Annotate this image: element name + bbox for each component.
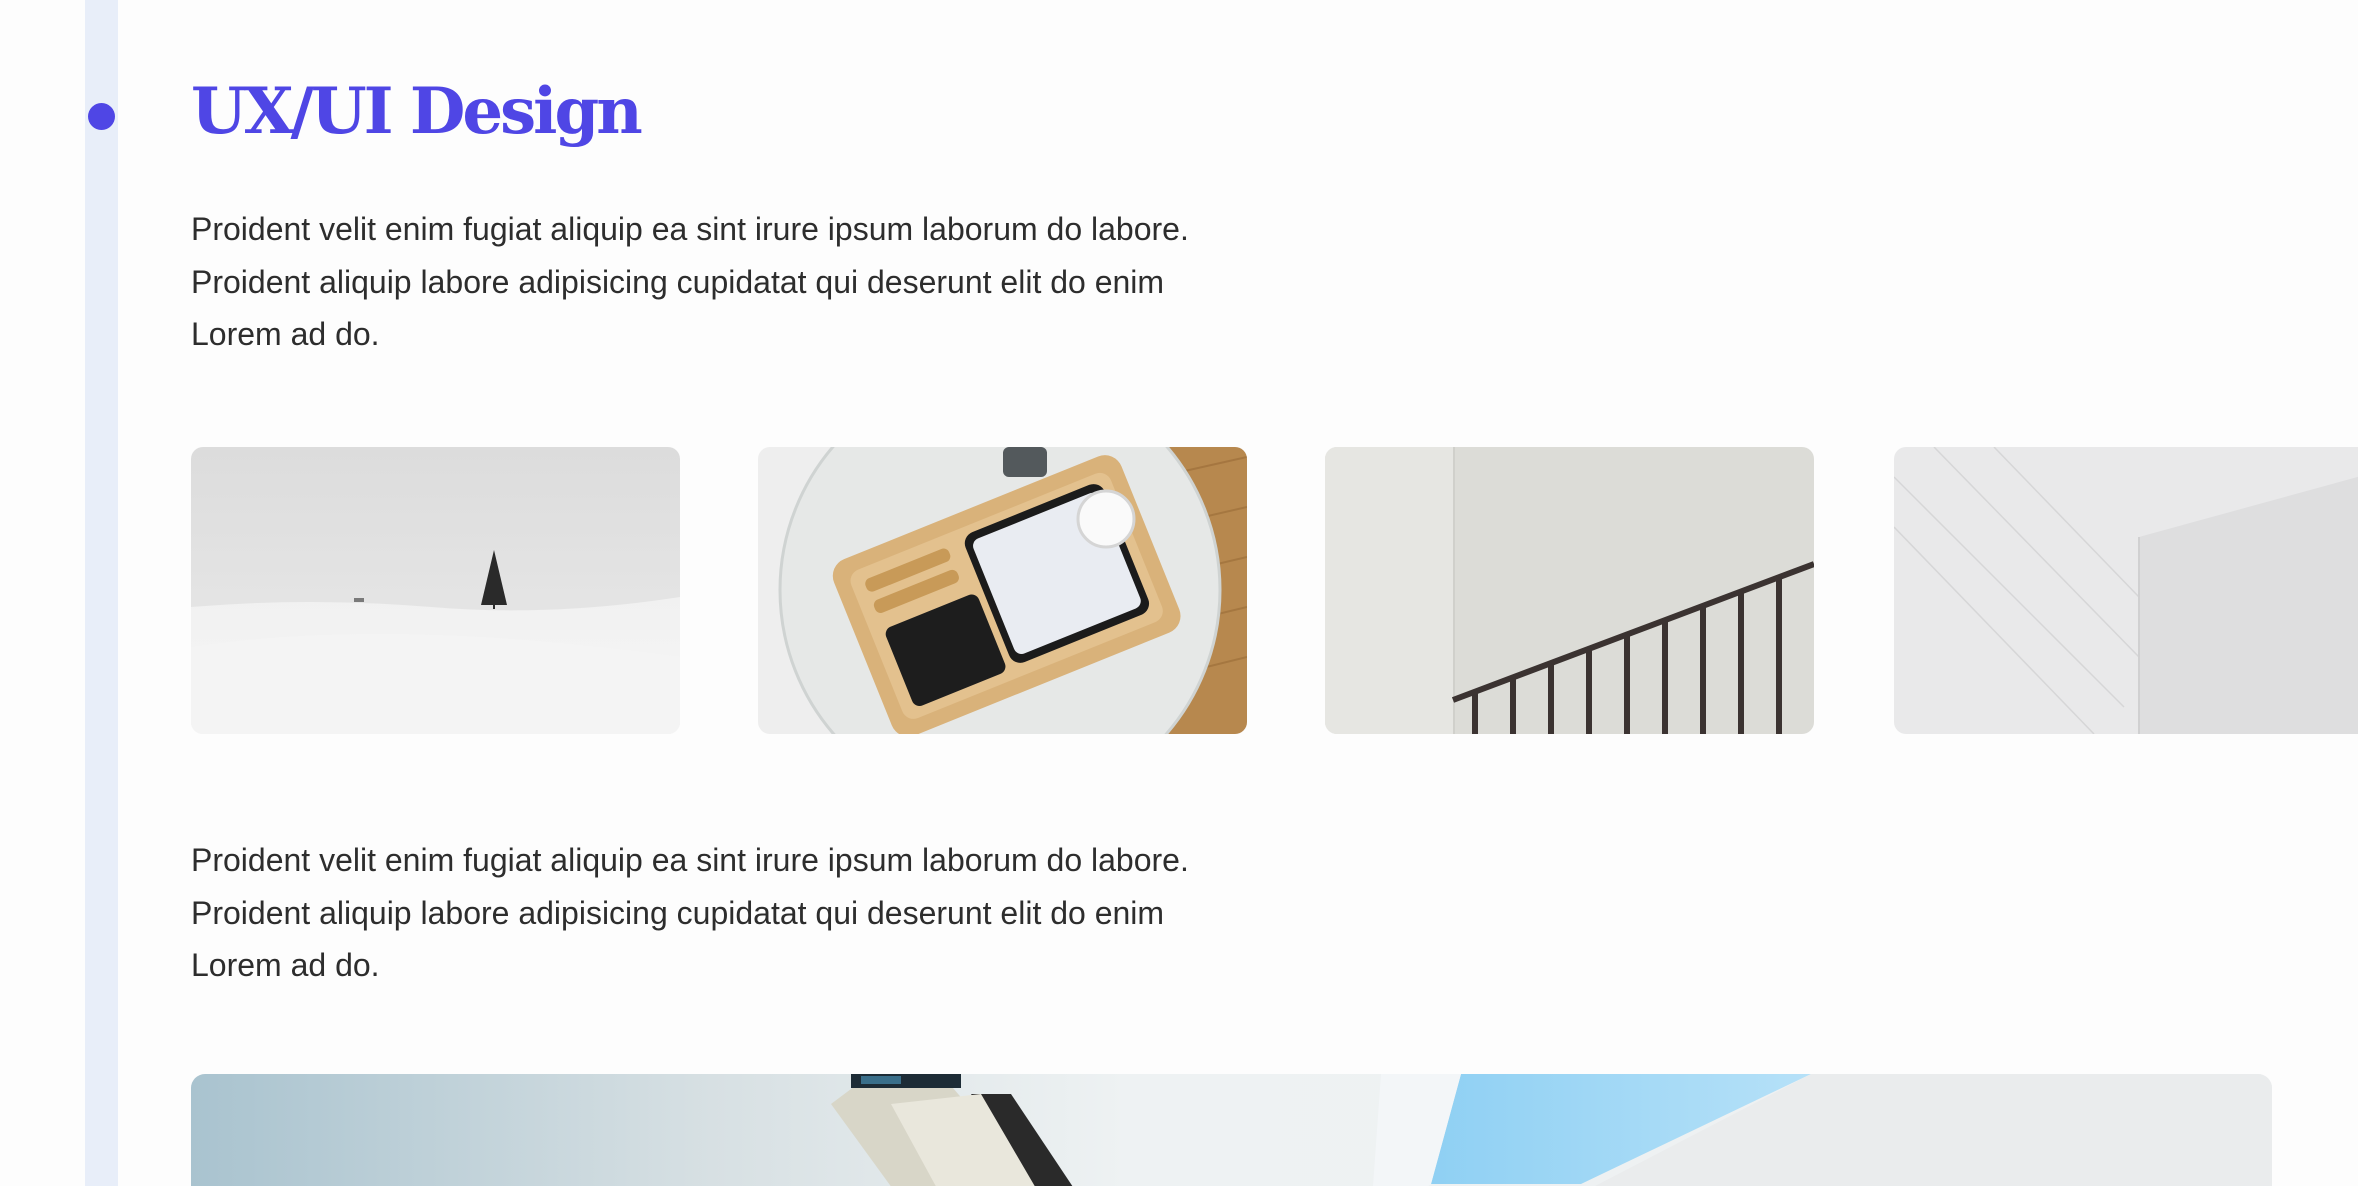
desk-organizer-tray-image [758, 447, 1247, 734]
section-title: UX/UI Design [191, 74, 643, 149]
section-description-secondary: Proident velit enim fugiat aliquip ea si… [191, 842, 1189, 983]
architecture-sky-hero-image [191, 1074, 2272, 1186]
snow-field-tree-image [191, 447, 680, 734]
stair-railing-image [1325, 447, 1814, 734]
hero-image[interactable] [191, 1074, 2272, 1186]
gallery-image-desk-tray[interactable] [758, 447, 1247, 734]
gallery-image-white-wall[interactable] [1894, 447, 2358, 734]
project-page: UX/UI Design Proident velit enim fugiat … [0, 0, 2358, 1186]
gallery-image-stair-railing[interactable] [1325, 447, 1814, 734]
section-description: Proident velit enim fugiat aliquip ea si… [191, 211, 1189, 352]
timeline-rail [85, 0, 118, 1186]
gallery-image-snow-tree[interactable] [191, 447, 680, 734]
timeline-dot [88, 103, 115, 130]
white-wall-architecture-image [1894, 447, 2358, 734]
